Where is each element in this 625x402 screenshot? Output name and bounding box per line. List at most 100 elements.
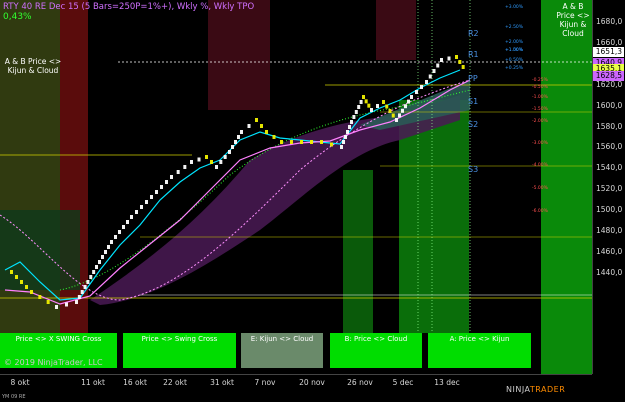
renko-brick bbox=[197, 157, 201, 162]
weekly-pct-label: -6.00% bbox=[532, 209, 548, 214]
right-annotation-box: A & B Price <> Kijun & Cloud bbox=[556, 2, 590, 38]
time-axis[interactable]: 8 okt 11 okt 16 okt 22 okt 31 okt 7 nov 20 nov… bbox=[0, 374, 592, 402]
renko-brick bbox=[344, 135, 347, 139]
weekly-pct-label: -0.25% bbox=[532, 78, 548, 83]
renko-brick bbox=[122, 225, 125, 229]
status-bar-price-cloud: B: Price <> Cloud bbox=[330, 333, 422, 368]
renko-brick bbox=[310, 140, 313, 144]
renko-brick bbox=[101, 255, 104, 259]
renko-brick bbox=[183, 165, 187, 169]
pivot-r2-label: R2 bbox=[468, 29, 479, 38]
price-axis[interactable]: 1680,01660,01640,01620,01600,01580,01560… bbox=[592, 0, 625, 374]
renko-brick bbox=[432, 69, 436, 73]
pivot-s1-label: S1 bbox=[468, 97, 479, 106]
y-tick-label: 1520,0 bbox=[596, 184, 623, 194]
renko-brick bbox=[10, 270, 13, 274]
renko-brick bbox=[25, 285, 28, 289]
renko-brick bbox=[231, 145, 234, 149]
renko-brick bbox=[348, 125, 351, 129]
renko-brick bbox=[170, 175, 173, 179]
renko-brick bbox=[354, 110, 358, 114]
renko-brick bbox=[89, 275, 93, 279]
renko-brick bbox=[150, 195, 153, 199]
renko-brick bbox=[126, 220, 129, 224]
weekly-pct-label: +3.00% bbox=[505, 5, 524, 10]
renko-brick bbox=[145, 200, 148, 204]
red-zone bbox=[208, 0, 270, 110]
renko-brick bbox=[436, 63, 440, 68]
price-tag: 1628,5 bbox=[593, 70, 624, 81]
y-tick-label: 1460,0 bbox=[596, 246, 623, 256]
renko-brick bbox=[370, 108, 373, 112]
renko-brick bbox=[247, 124, 251, 128]
renko-brick bbox=[223, 155, 227, 159]
renko-brick bbox=[330, 142, 333, 147]
renko-brick bbox=[440, 58, 443, 62]
renko-brick bbox=[265, 130, 268, 134]
y-tick-label: 1440,0 bbox=[596, 267, 623, 277]
renko-brick bbox=[135, 210, 138, 214]
renko-brick bbox=[290, 140, 293, 144]
pivot-s2-label: S2 bbox=[468, 120, 479, 129]
pivot-pp-label: PP bbox=[468, 74, 478, 83]
renko-brick bbox=[404, 104, 407, 109]
renko-brick bbox=[364, 99, 368, 104]
renko-brick bbox=[458, 60, 462, 64]
renko-brick bbox=[98, 260, 101, 264]
renko-brick bbox=[447, 56, 451, 61]
copyright-text: © 2019 NinjaTrader, LLC bbox=[4, 358, 103, 367]
status-bar-label: B: Price <> Cloud bbox=[344, 335, 408, 343]
renko-brick bbox=[342, 140, 345, 144]
renko-brick bbox=[46, 300, 50, 304]
renko-brick bbox=[75, 300, 78, 304]
renko-brick bbox=[391, 113, 395, 118]
price-chart[interactable] bbox=[0, 0, 592, 374]
y-tick-label: 1580,0 bbox=[596, 121, 623, 131]
renko-brick bbox=[110, 240, 113, 244]
renko-brick bbox=[300, 140, 303, 144]
renko-brick bbox=[219, 160, 223, 164]
y-tick-label: 1560,0 bbox=[596, 142, 623, 152]
left-annotation-box: A & B Price <> Kijun & Cloud bbox=[4, 57, 62, 75]
renko-brick bbox=[362, 95, 365, 99]
status-bar-kijun-cloud: E: Kijun <> Cloud bbox=[241, 333, 323, 368]
renko-brick bbox=[65, 302, 68, 307]
renko-brick bbox=[280, 140, 283, 144]
y-tick-label: 1480,0 bbox=[596, 226, 623, 235]
x-tick-label: 16 okt bbox=[123, 378, 147, 387]
price-tag: 1651,3 bbox=[593, 46, 624, 57]
renko-brick bbox=[210, 160, 213, 164]
renko-brick bbox=[415, 90, 418, 94]
renko-brick bbox=[95, 265, 98, 269]
weekly-pct-label: -3.00% bbox=[532, 141, 548, 146]
green-zone bbox=[541, 0, 592, 374]
renko-brick bbox=[80, 290, 84, 294]
symbol-tag: YM 09 RE bbox=[2, 394, 26, 400]
renko-brick bbox=[428, 74, 432, 79]
logo-trader: TRADER bbox=[529, 385, 566, 394]
renko-brick bbox=[340, 145, 343, 149]
status-bar-label: A: Price <> Kijun bbox=[449, 335, 510, 343]
weekly-pct-label: -0.50% bbox=[532, 85, 548, 90]
x-tick-label: 26 nov bbox=[347, 378, 373, 387]
renko-brick bbox=[38, 295, 42, 299]
renko-brick bbox=[114, 235, 117, 239]
renko-brick bbox=[234, 140, 237, 144]
renko-brick bbox=[410, 95, 413, 99]
renko-brick bbox=[407, 99, 410, 104]
renko-brick bbox=[15, 275, 18, 279]
chart-plot-area[interactable]: RTY 40 RE Dec 15 (5 Bars=250P=1%+), Wkly… bbox=[0, 0, 592, 374]
renko-brick bbox=[240, 130, 243, 134]
red-zone bbox=[376, 0, 416, 60]
renko-brick bbox=[346, 130, 349, 134]
weekly-pct-label: -5.00% bbox=[532, 186, 548, 191]
status-bar-label: E: Kijun <> Cloud bbox=[250, 335, 314, 343]
pivot-s3-label: S3 bbox=[468, 165, 479, 174]
renko-brick bbox=[190, 160, 193, 164]
renko-brick bbox=[104, 250, 107, 254]
x-tick-label: 5 dec bbox=[392, 378, 414, 387]
renko-brick bbox=[92, 270, 96, 274]
renko-brick bbox=[55, 305, 58, 309]
renko-brick bbox=[165, 180, 168, 184]
renko-brick bbox=[420, 85, 423, 89]
